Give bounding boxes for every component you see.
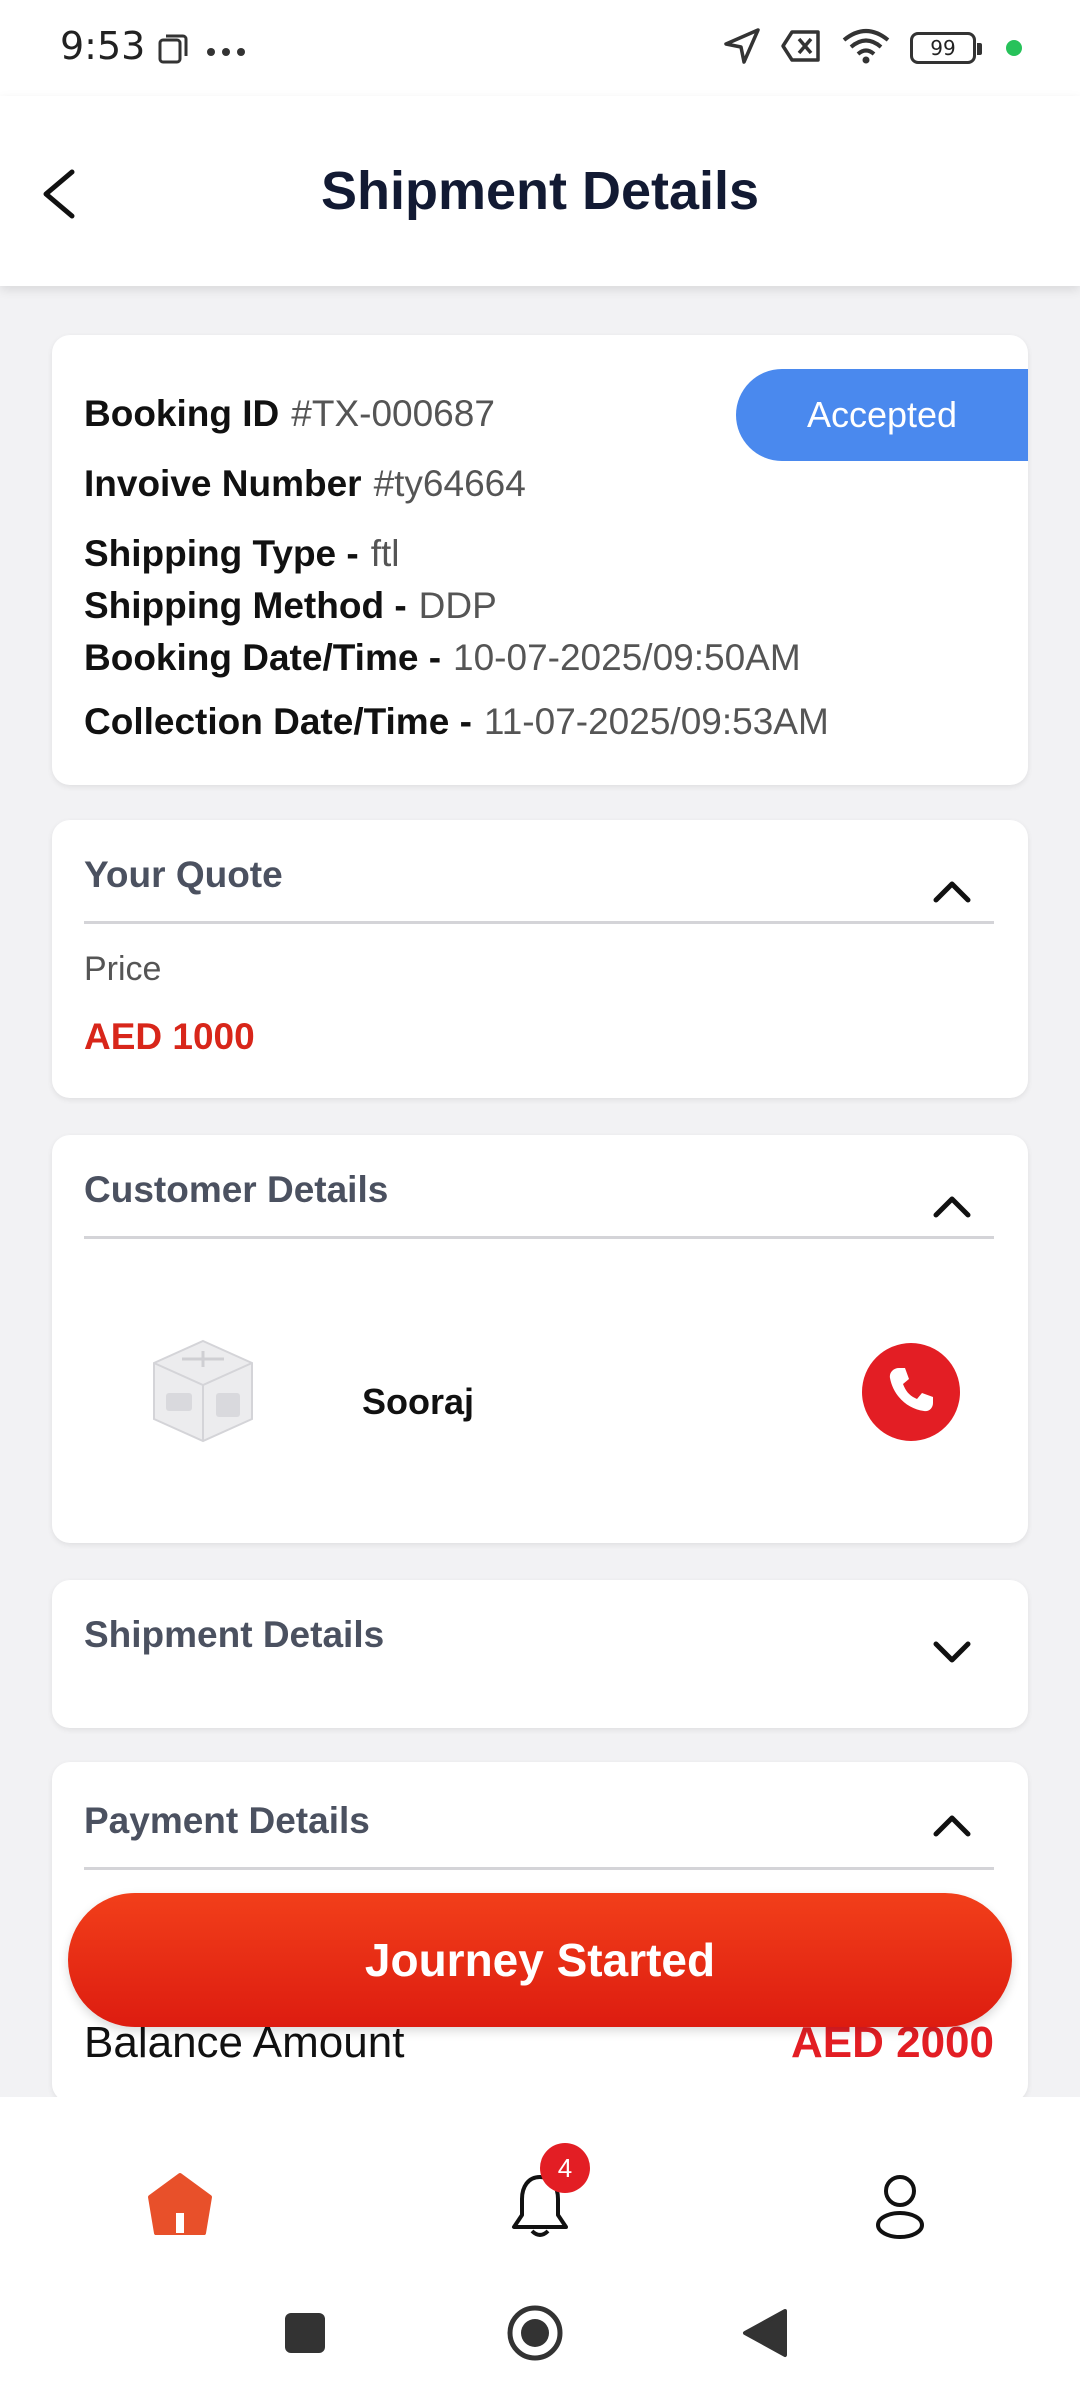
shipping-method-label: Shipping Method - (84, 585, 407, 626)
back-system-button[interactable] (730, 2300, 800, 2370)
user-icon (864, 2169, 936, 2246)
chevron-up-icon[interactable] (930, 1185, 974, 1229)
chevron-up-icon[interactable] (930, 1804, 974, 1848)
system-nav-bar (0, 2280, 1080, 2380)
booking-date-label: Booking Date/Time - (84, 637, 442, 678)
booking-date-value: 10-07-2025/09:50AM (453, 637, 801, 678)
status-icons: 99 (722, 26, 1022, 70)
chevron-up-icon[interactable] (930, 870, 974, 914)
square-icon (283, 2311, 327, 2360)
shipment-card: Shipment Details (52, 1580, 1028, 1728)
shipping-type-value: ftl (370, 533, 400, 574)
shipping-type-row: Shipping Type - ftl (84, 533, 400, 575)
price-value: AED 1000 (84, 1016, 255, 1057)
nav-profile[interactable] (850, 2157, 950, 2257)
customer-avatar-icon (148, 1335, 258, 1445)
shipping-method-value: DDP (418, 585, 497, 626)
screenshot-icon (156, 32, 190, 71)
invoice-value: #ty64664 (373, 463, 526, 504)
triangle-back-icon (741, 2307, 789, 2364)
collection-date-row: Collection Date/Time - 11-07-2025/09:53AM (84, 701, 829, 743)
page-title: Shipment Details (320, 161, 760, 221)
journey-started-button[interactable]: Journey Started (68, 1893, 1012, 2027)
no-sim-icon (780, 28, 822, 69)
booking-id-row: Booking ID #TX-000687 (84, 393, 495, 435)
payment-title: Payment Details (84, 1800, 370, 1841)
payment-header[interactable]: Payment Details (84, 1800, 994, 1870)
chevron-down-icon[interactable] (930, 1630, 974, 1674)
booking-id-label: Booking ID (84, 393, 280, 434)
circle-icon (505, 2303, 565, 2368)
quote-card: Your Quote Price AED 1000 (52, 820, 1028, 1098)
customer-name: Sooraj (362, 1381, 475, 1422)
call-button[interactable] (862, 1343, 960, 1441)
booking-info-card: Booking ID #TX-000687 Accepted Invoive Nu… (52, 335, 1028, 785)
booking-id-value: #TX-000687 (291, 393, 495, 434)
collection-date-label: Collection Date/Time - (84, 701, 472, 742)
shipment-title: Shipment Details (84, 1614, 385, 1655)
home-system-button[interactable] (500, 2300, 570, 2370)
customer-title: Customer Details (84, 1169, 389, 1210)
notification-badge: 4 (540, 2143, 590, 2193)
customer-card: Customer Details Sooraj (52, 1135, 1028, 1543)
status-badge: Accepted (736, 369, 1028, 461)
shipment-header[interactable]: Shipment Details (84, 1614, 994, 1684)
invoice-label: Invoive Number (84, 463, 362, 504)
status-bar: 9:53 99 (0, 0, 1080, 96)
nav-home[interactable] (130, 2157, 230, 2257)
shipping-method-row: Shipping Method - DDP (84, 585, 497, 627)
booking-date-row: Booking Date/Time - 10-07-2025/09:50AM (84, 637, 801, 679)
phone-icon (885, 1364, 937, 1421)
status-time: 9:53 (60, 24, 146, 68)
shipping-type-label: Shipping Type - (84, 533, 359, 574)
collection-date-value: 11-07-2025/09:53AM (483, 701, 829, 742)
quote-header[interactable]: Your Quote (84, 854, 994, 924)
more-dots-icon (206, 44, 246, 62)
home-icon (144, 2169, 216, 2246)
invoice-row: Invoive Number #ty64664 (84, 463, 526, 505)
customer-header[interactable]: Customer Details (84, 1169, 994, 1239)
wifi-icon (840, 26, 892, 71)
price-label: Price (84, 950, 162, 988)
location-icon (722, 26, 762, 71)
battery-indicator: 99 (910, 32, 982, 64)
privacy-dot (1006, 40, 1022, 56)
recents-button[interactable] (270, 2300, 340, 2370)
quote-title: Your Quote (84, 854, 283, 895)
app-bar: Shipment Details (0, 96, 1080, 286)
